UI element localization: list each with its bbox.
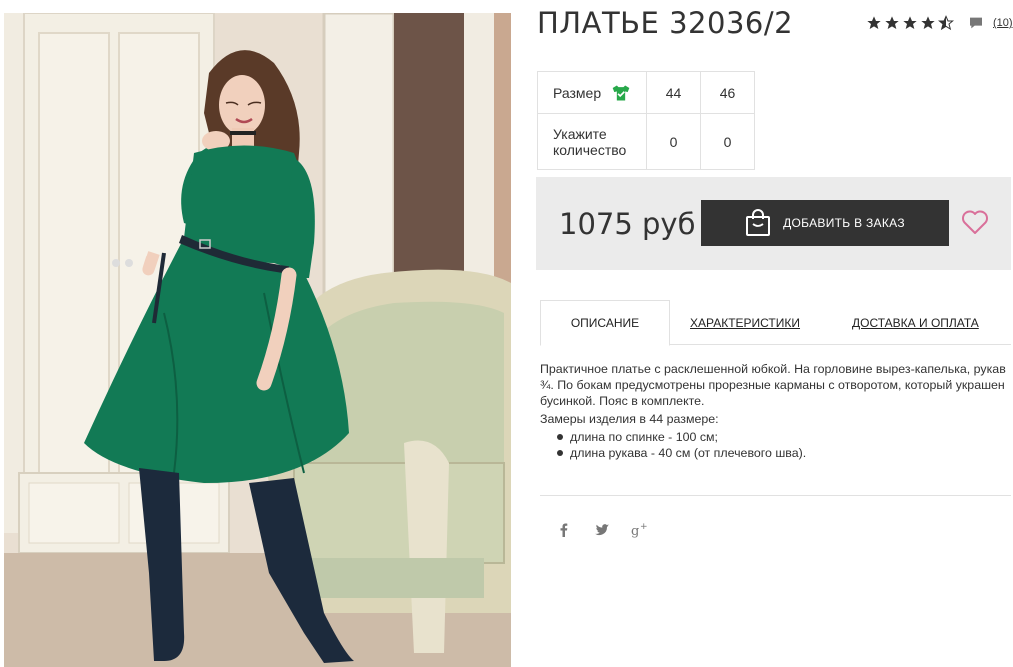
measures-list: длина по спинке - 100 см; длина рукава -… — [540, 429, 1008, 461]
comment-icon[interactable] — [968, 15, 984, 31]
star-half-icon — [938, 15, 954, 31]
tab-description[interactable]: ОПИСАНИЕ — [540, 300, 670, 346]
rating[interactable]: (10) — [866, 15, 1013, 31]
divider — [540, 495, 1011, 496]
facebook-icon[interactable] — [555, 521, 573, 539]
list-item: длина рукава - 40 см (от плечевого шва). — [540, 445, 1008, 461]
review-count-link[interactable]: (10) — [993, 17, 1013, 29]
wishlist-heart-icon[interactable] — [961, 209, 989, 235]
size-cell[interactable]: 46 — [700, 71, 755, 114]
description-text: Практичное платье с расклешенной юбкой. … — [540, 362, 1006, 408]
star-full-icon — [884, 15, 900, 31]
star-full-icon — [866, 15, 882, 31]
tab-characteristics[interactable]: ХАРАКТЕРИСТИКИ — [690, 300, 800, 345]
product-photo-illustration — [4, 13, 511, 667]
product-title: ПЛАТЬЕ 32036/2 — [537, 6, 794, 40]
social-share: g + — [555, 521, 649, 539]
twitter-icon[interactable] — [593, 521, 611, 539]
quantity-label: Укажите количество — [537, 113, 647, 170]
measures-title: Замеры изделия в 44 размере: — [540, 412, 719, 426]
svg-text:g: g — [631, 524, 639, 539]
size-table: Размер 44 46 Укажите количество 0 0 — [537, 71, 755, 170]
star-full-icon — [920, 15, 936, 31]
shopping-bag-icon — [745, 209, 771, 237]
bullet-icon — [557, 450, 563, 456]
list-item: длина по спинке - 100 см; — [540, 429, 1008, 445]
bullet-icon — [557, 434, 563, 440]
product-photo[interactable] — [4, 13, 511, 667]
size-label-cell: Размер — [537, 71, 647, 114]
size-cell[interactable]: 44 — [646, 71, 701, 114]
product-tabs: ОПИСАНИЕ ХАРАКТЕРИСТИКИ ДОСТАВКА И ОПЛАТ… — [540, 300, 1011, 346]
measure-text: длина по спинке - 100 см; — [570, 430, 719, 444]
price: 1075 руб — [559, 207, 696, 241]
size-label: Размер — [553, 84, 602, 101]
add-to-order-label: ДОБАВИТЬ В ЗАКАЗ — [783, 216, 905, 230]
measure-text: длина рукава - 40 см (от плечевого шва). — [570, 446, 807, 460]
size-chart-shirt-icon[interactable] — [611, 83, 631, 103]
buy-box: 1075 руб ДОБАВИТЬ В ЗАКАЗ — [536, 177, 1011, 270]
tab-delivery-payment[interactable]: ДОСТАВКА И ОПЛАТА — [852, 300, 979, 345]
description-panel: Практичное платье с расклешенной юбкой. … — [540, 361, 1008, 461]
google-plus-icon[interactable]: g + — [631, 521, 649, 539]
svg-text:+: + — [640, 522, 648, 532]
quantity-input[interactable]: 0 — [646, 113, 701, 170]
add-to-order-button[interactable]: ДОБАВИТЬ В ЗАКАЗ — [701, 200, 949, 246]
quantity-input[interactable]: 0 — [700, 113, 755, 170]
star-full-icon — [902, 15, 918, 31]
